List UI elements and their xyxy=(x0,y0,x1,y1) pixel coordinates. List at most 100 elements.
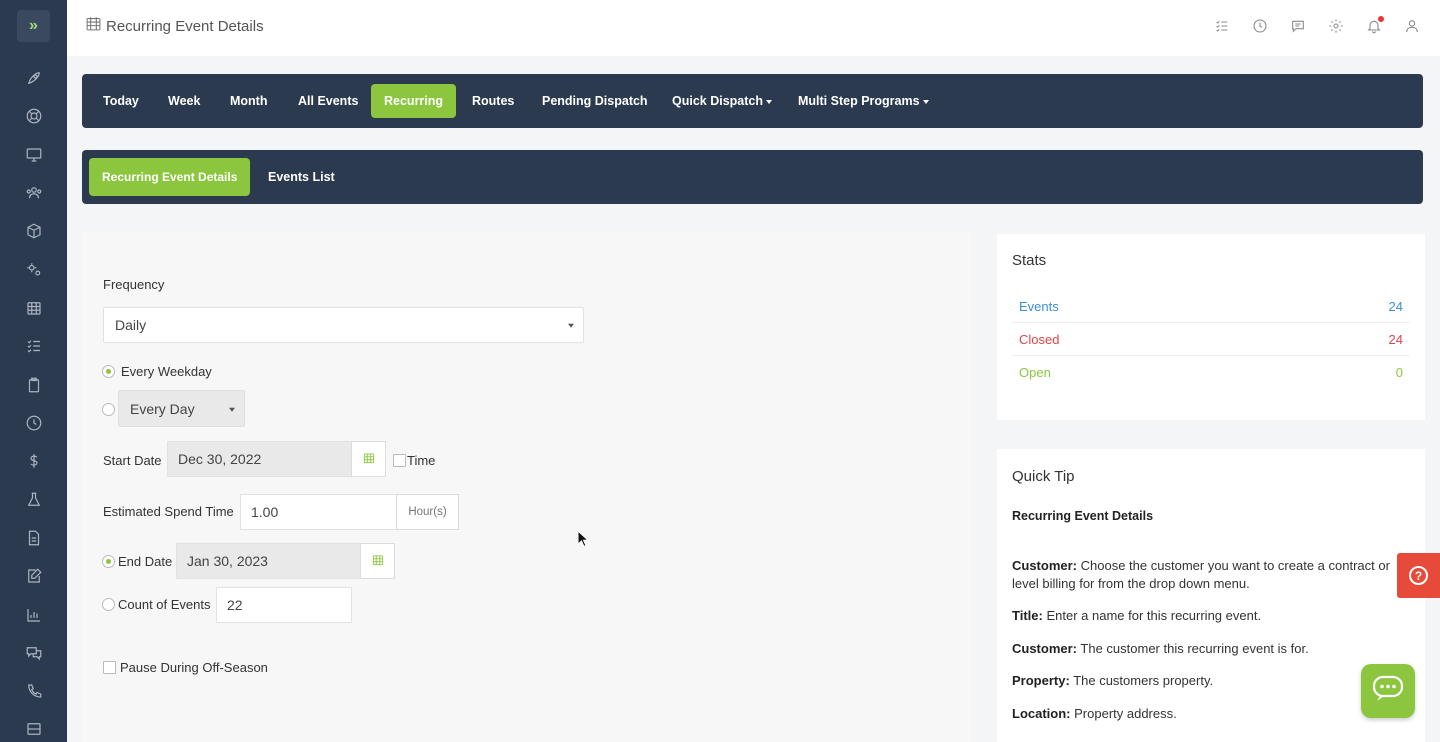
stat-label: Events xyxy=(1019,298,1059,314)
tab-quick-dispatch-label: Quick Dispatch xyxy=(672,94,763,108)
gears-icon[interactable] xyxy=(22,258,46,282)
page-title-group: Recurring Event Details xyxy=(85,15,264,37)
frequency-value: Daily xyxy=(115,317,147,333)
tab-multi-step-programs-label: Multi Step Programs xyxy=(798,94,920,108)
tab-events-list[interactable]: Events List xyxy=(255,160,348,194)
double-chevron-right-icon: » xyxy=(29,17,38,34)
end-date-calendar-button[interactable] xyxy=(360,543,395,579)
mouse-cursor-icon xyxy=(577,530,589,548)
frequency-label: Frequency xyxy=(103,277,165,292)
stat-row-closed[interactable]: Closed 24 xyxy=(1012,323,1410,356)
bell-icon[interactable] xyxy=(1366,16,1384,34)
stats-title: Stats xyxy=(1012,252,1047,269)
stat-label: Closed xyxy=(1019,331,1060,347)
flask-icon[interactable] xyxy=(22,488,46,512)
end-date-input[interactable]: Jan 30, 2023 xyxy=(176,543,361,579)
live-chat-button[interactable] xyxy=(1361,664,1415,718)
tab-all-events[interactable]: All Events xyxy=(285,84,371,118)
stat-label: Open xyxy=(1019,365,1051,380)
support-icon[interactable] xyxy=(22,104,46,128)
every-day-value: Every Day xyxy=(130,400,195,417)
checklist-icon[interactable] xyxy=(22,334,46,358)
tasks-icon[interactable] xyxy=(1214,18,1230,34)
count-of-events-input[interactable]: 22 xyxy=(216,587,352,623)
tip-line: Customer: The customer this recurring ev… xyxy=(1012,640,1402,658)
tip-text: The customer this recurring event is for… xyxy=(1080,641,1309,656)
tip-text: The customers property. xyxy=(1073,673,1214,688)
chat-bubbles-icon[interactable] xyxy=(22,641,46,665)
rocket-icon[interactable] xyxy=(22,66,46,90)
question-icon: ? xyxy=(1409,566,1428,585)
message-icon[interactable] xyxy=(1290,18,1306,34)
monitor-icon[interactable] xyxy=(22,143,46,167)
recurring-form: Frequency Daily Every Weekday Every Day … xyxy=(82,232,970,742)
calendar-icon xyxy=(362,451,376,468)
chevron-down-icon xyxy=(568,323,574,328)
tab-pending-dispatch[interactable]: Pending Dispatch xyxy=(529,84,661,118)
phone-icon[interactable] xyxy=(22,679,46,703)
time-label: Time xyxy=(407,453,436,468)
every-weekday-radio[interactable] xyxy=(102,365,115,378)
count-of-events-radio[interactable] xyxy=(102,598,115,611)
settings-gear-icon[interactable] xyxy=(1328,18,1344,34)
chevron-down-icon xyxy=(229,407,235,412)
every-day-select[interactable]: Every Day xyxy=(118,390,245,427)
document-icon[interactable] xyxy=(22,526,46,550)
stat-row-open[interactable]: Open 0 xyxy=(1012,356,1410,389)
top-actions xyxy=(1214,16,1420,34)
history-icon[interactable] xyxy=(1252,18,1268,34)
tab-multi-step-programs[interactable]: Multi Step Programs xyxy=(785,84,942,118)
every-weekday-label: Every Weekday xyxy=(121,364,212,379)
time-checkbox[interactable] xyxy=(393,454,406,467)
tab-quick-dispatch[interactable]: Quick Dispatch xyxy=(659,84,785,118)
tip-text: Enter a name for this recurring event. xyxy=(1046,608,1262,623)
spend-time-input[interactable]: 1.00 xyxy=(240,494,397,530)
tab-recurring[interactable]: Recurring xyxy=(371,84,457,118)
start-date-input[interactable]: Dec 30, 2022 xyxy=(167,441,352,477)
clock-icon[interactable] xyxy=(22,411,46,435)
pause-off-season-label: Pause During Off-Season xyxy=(120,660,268,675)
pause-off-season-checkbox[interactable] xyxy=(103,661,116,674)
stats-panel: Stats Events 24 Closed 24 Open 0 xyxy=(997,234,1425,420)
tip-text: Property address. xyxy=(1074,706,1177,721)
calendar-icon xyxy=(371,553,385,570)
tab-month[interactable]: Month xyxy=(217,84,280,118)
tab-routes[interactable]: Routes xyxy=(459,84,527,118)
spend-time-label: Estimated Spend Time xyxy=(103,504,234,519)
tip-line: Location: Property address. xyxy=(1012,705,1402,723)
tab-week[interactable]: Week xyxy=(155,84,213,118)
sidebar: » xyxy=(0,0,67,742)
tip-line: Customer: Choose the customer you want t… xyxy=(1012,557,1402,593)
calendar-icon[interactable] xyxy=(22,296,46,320)
tip-key: Customer: xyxy=(1012,641,1078,656)
user-icon[interactable] xyxy=(1404,18,1420,34)
dollar-icon[interactable] xyxy=(22,449,46,473)
top-bar: Recurring Event Details xyxy=(67,0,1440,56)
box-icon[interactable] xyxy=(22,219,46,243)
tip-line: Title: Enter a name for this recurring e… xyxy=(1012,607,1402,625)
tab-today[interactable]: Today xyxy=(90,84,152,118)
every-day-radio[interactable] xyxy=(102,403,115,416)
spend-time-unit: Hour(s) xyxy=(396,494,459,530)
tip-key: Location: xyxy=(1012,706,1071,721)
drawer-icon[interactable] xyxy=(22,717,46,741)
end-date-radio[interactable] xyxy=(102,555,115,568)
edit-document-icon[interactable] xyxy=(22,564,46,588)
help-button[interactable]: ? xyxy=(1397,553,1440,598)
quick-tip-subtitle: Recurring Event Details xyxy=(1012,509,1154,523)
sidebar-toggle-button[interactable]: » xyxy=(17,10,50,42)
stat-value: 0 xyxy=(1395,365,1403,380)
page-title: Recurring Event Details xyxy=(106,17,264,35)
start-date-calendar-button[interactable] xyxy=(351,441,386,477)
bar-chart-icon[interactable] xyxy=(22,603,46,627)
users-icon[interactable] xyxy=(22,181,46,205)
clipboard-icon[interactable] xyxy=(22,373,46,397)
calendar-icon xyxy=(85,15,102,37)
sub-nav: Recurring Event Details Events List xyxy=(82,150,1423,204)
tip-key: Customer: xyxy=(1012,558,1078,573)
stat-value: 24 xyxy=(1388,331,1403,347)
end-date-label: End Date xyxy=(118,554,173,569)
tab-recurring-event-details[interactable]: Recurring Event Details xyxy=(89,158,251,196)
frequency-select[interactable]: Daily xyxy=(103,307,584,343)
stat-row-events[interactable]: Events 24 xyxy=(1012,290,1410,323)
